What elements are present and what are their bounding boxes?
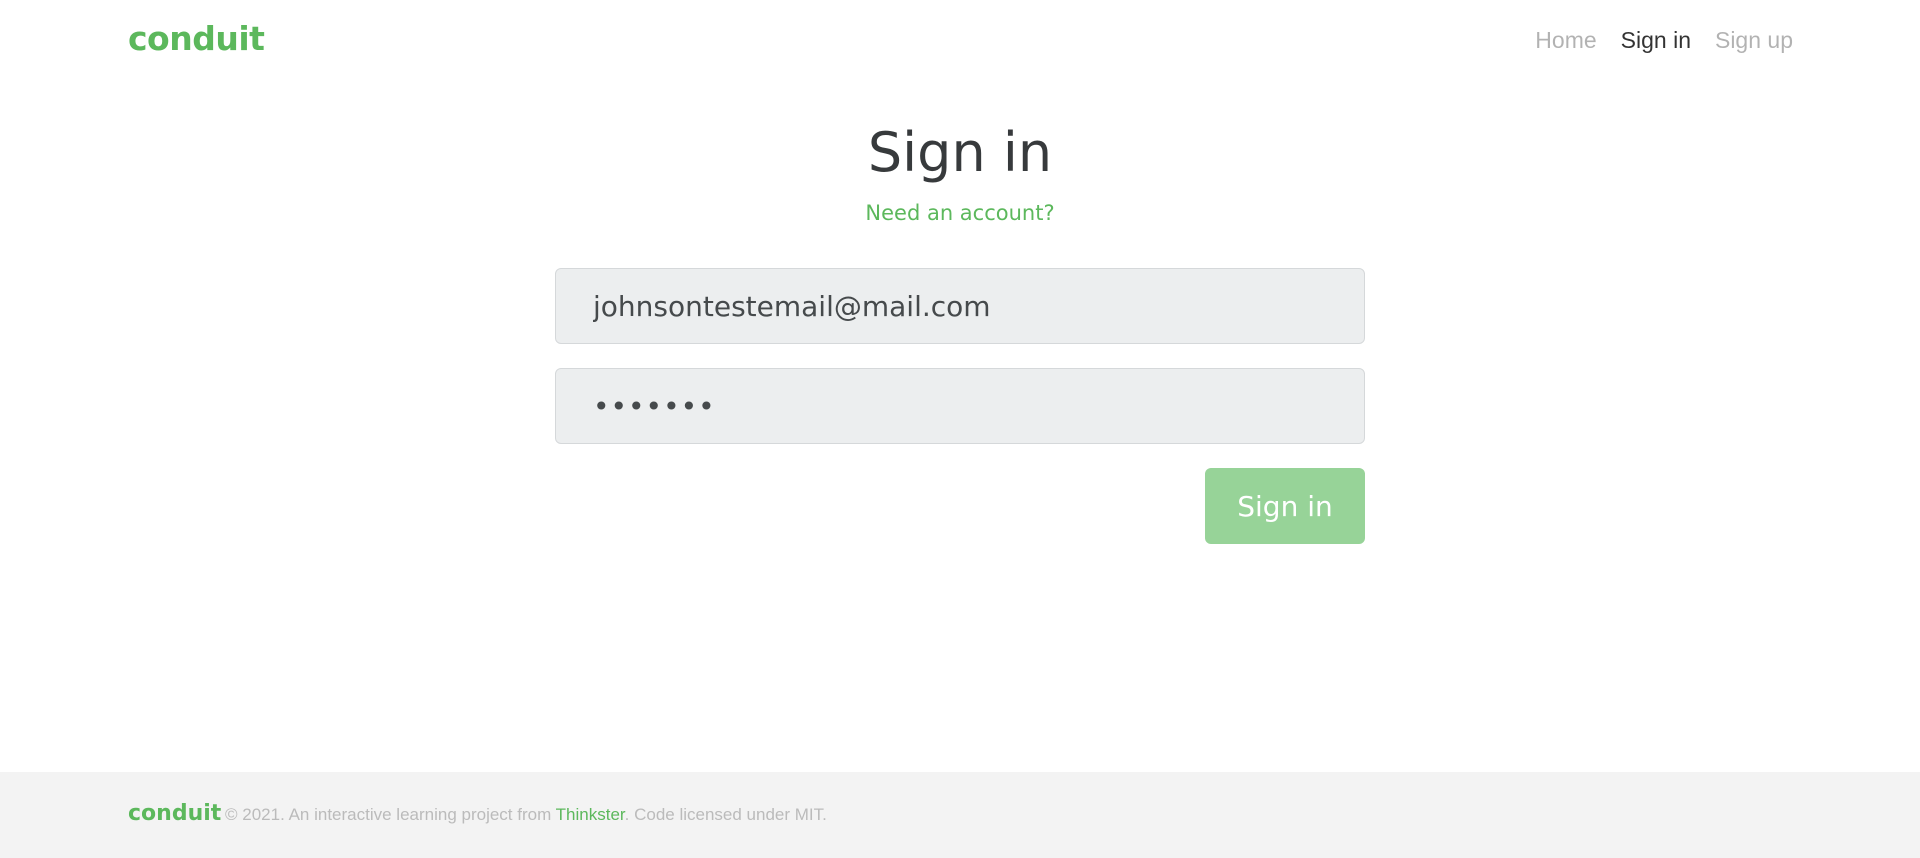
brand-logo-link[interactable]: conduit [128, 18, 265, 60]
thinkster-link[interactable]: Thinkster [556, 805, 625, 824]
nav-sign-in-link[interactable]: Sign in [1621, 24, 1691, 56]
attribution-suffix: . Code licensed under MIT. [624, 805, 827, 824]
nav-home-link[interactable]: Home [1535, 24, 1596, 56]
nav-sign-up-link[interactable]: Sign up [1715, 24, 1793, 56]
auth-page: Sign in Need an account? Sign in [555, 110, 1365, 544]
footer: conduit © 2021. An interactive learning … [0, 772, 1920, 858]
email-field[interactable] [555, 268, 1365, 344]
nav-links: Home Sign in Sign up [1535, 24, 1793, 56]
page-title: Sign in [867, 121, 1053, 184]
password-field[interactable] [555, 368, 1365, 444]
attribution-prefix: © 2021. An interactive learning project … [225, 805, 556, 824]
navbar: conduit Home Sign in Sign up [0, 0, 1920, 80]
footer-attribution: © 2021. An interactive learning project … [225, 803, 827, 827]
sign-in-form: Sign in [555, 268, 1365, 544]
submit-row: Sign in [555, 468, 1365, 544]
footer-brand-link[interactable]: conduit [128, 799, 221, 829]
need-account-link[interactable]: Need an account? [555, 196, 1365, 230]
sign-in-button[interactable]: Sign in [1205, 468, 1365, 544]
